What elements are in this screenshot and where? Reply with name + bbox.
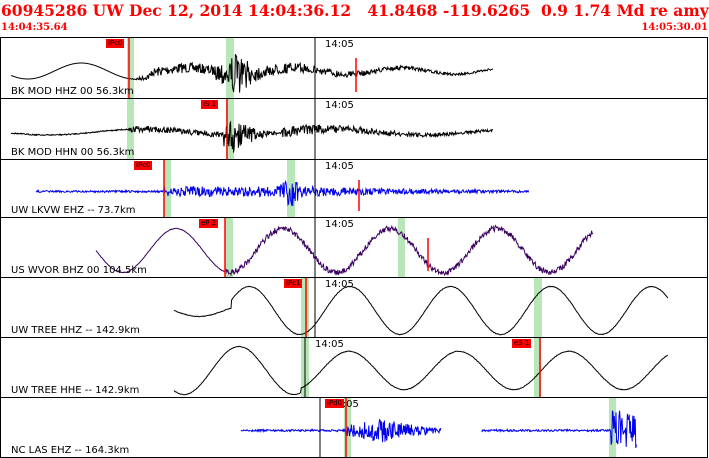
event-title: 60945286 UW Dec 12, 2014 14:04:36.12 41.…: [1, 1, 709, 20]
pick-window: [225, 218, 233, 277]
minute-label: 14:05: [315, 339, 344, 350]
time-start-label: 14:04:35.64: [1, 22, 68, 33]
channel-panel[interactable]: 14:05 eS 1 UW TREE HHE -- 142.9km: [0, 337, 708, 398]
phase-pick-flag[interactable]: iPc1: [284, 279, 303, 288]
minute-label: 14:05: [325, 39, 354, 50]
minute-label: 14:05: [325, 100, 354, 111]
channel-panel[interactable]: 14:05 iPc0 BK MOD HHZ 00 56.3km: [0, 37, 708, 99]
channel-panel[interactable]: 14:05 eP 2 US WVOR BHZ 00 104.5km: [0, 217, 708, 278]
station-label: US WVOR BHZ 00 104.5km: [11, 265, 147, 276]
minute-label: 14:05: [325, 279, 354, 290]
phase-pick-flag[interactable]: eP 2: [199, 219, 219, 228]
waveform-trace: [173, 345, 669, 396]
waveform-trace: [240, 410, 637, 449]
time-end-label: 14:05:30.01: [641, 22, 708, 33]
phase-pick-flag[interactable]: iPd0: [325, 399, 345, 408]
phase-pick-flag[interactable]: iPc0: [134, 161, 153, 170]
pick-window: [534, 278, 542, 337]
station-label: UW LKVW EHZ -- 73.7km: [11, 205, 136, 216]
channel-panel[interactable]: 14:05 iS 1 BK MOD HHN 00 56.3km: [0, 98, 708, 160]
station-label: BK MOD HHN 00 56.3km: [11, 147, 135, 158]
minute-label: 14:05: [325, 161, 354, 172]
phase-pick-flag[interactable]: iPc0: [106, 39, 125, 48]
channel-panel[interactable]: 14:05 iPc0 UW LKVW EHZ -- 73.7km: [0, 159, 708, 218]
pick-window: [398, 218, 405, 277]
channel-panel[interactable]: 14:05 iPc1 UW TREE HHZ -- 142.9km: [0, 277, 708, 338]
phase-pick-flag[interactable]: iS 1: [201, 100, 219, 109]
station-label: UW TREE HHE -- 142.9km: [11, 385, 140, 396]
station-label: BK MOD HHZ 00 56.3km: [11, 86, 134, 97]
minute-label: 14:05: [325, 219, 354, 230]
waveform-trace: [95, 224, 594, 277]
waveform-trace: [35, 179, 530, 207]
station-label: NC LAS EHZ -- 164.3km: [11, 445, 130, 456]
phase-pick-flag[interactable]: eS 1: [512, 339, 532, 348]
channel-panel[interactable]: 14:05 iPd0 NC LAS EHZ -- 164.3km: [0, 397, 708, 458]
station-label: UW TREE HHZ -- 142.9km: [11, 325, 140, 336]
waveform-trace: [173, 285, 669, 336]
